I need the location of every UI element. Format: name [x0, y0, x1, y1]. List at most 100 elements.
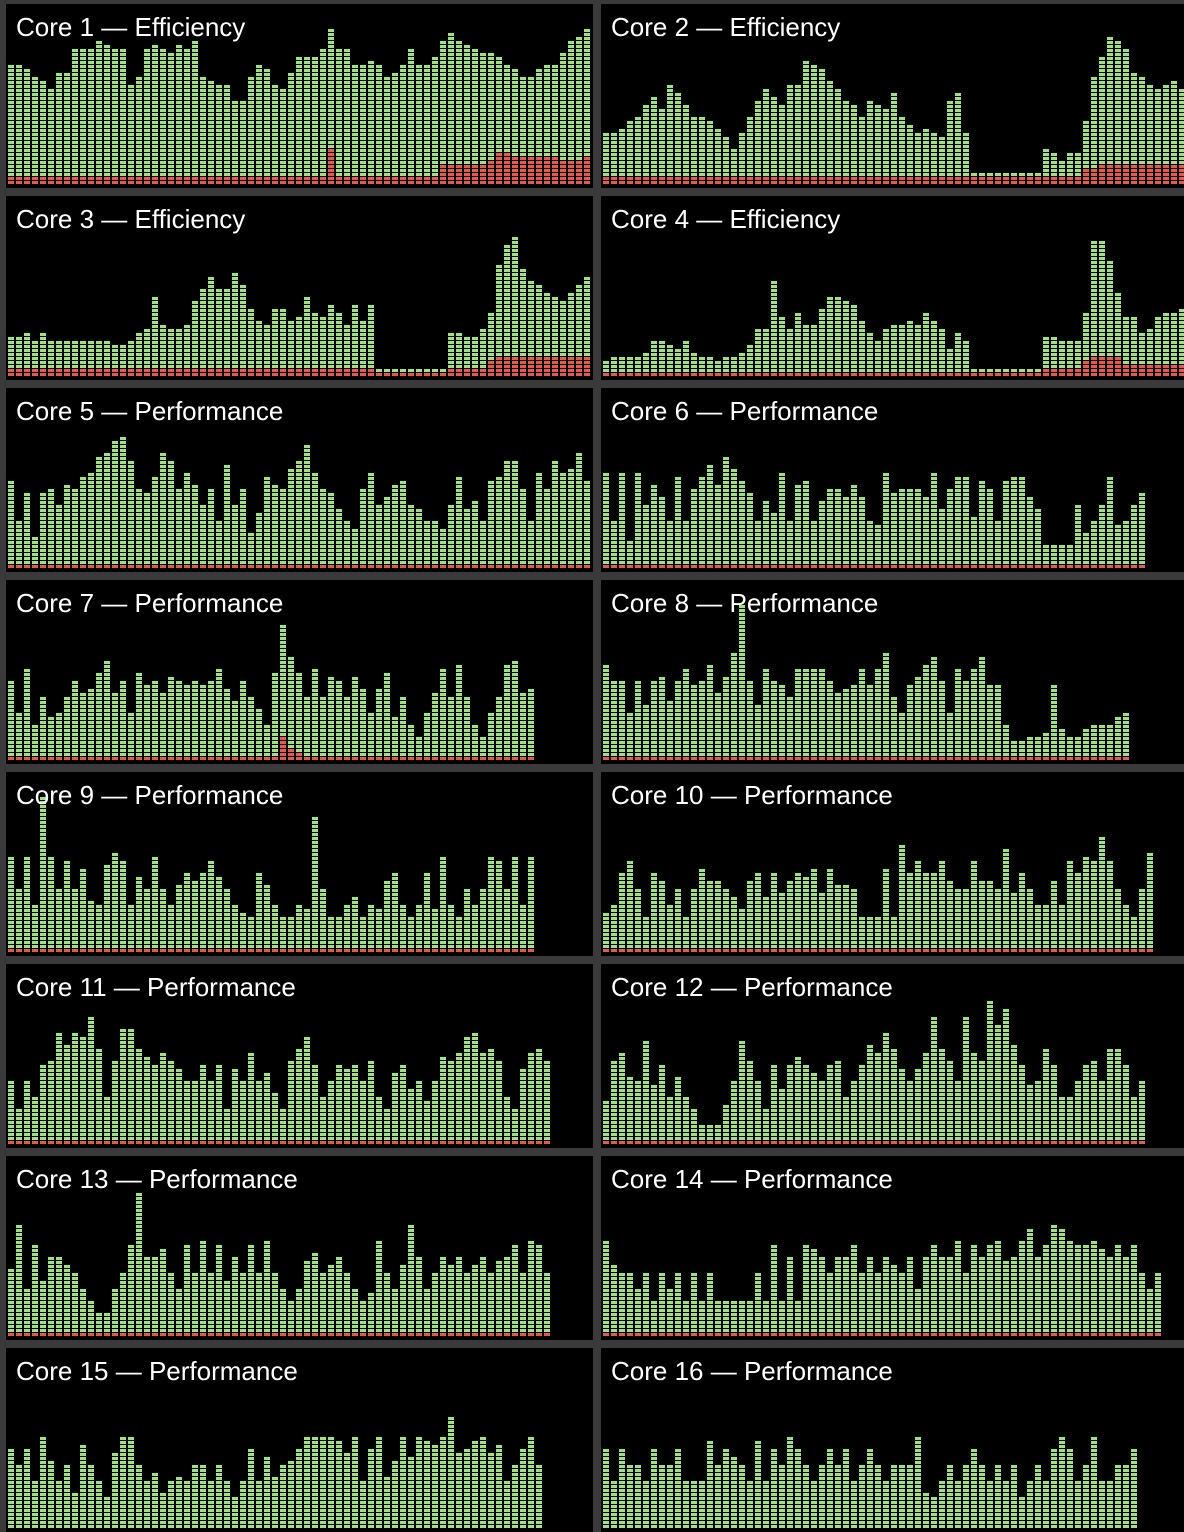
user-load-segment [136, 81, 142, 84]
user-load-segment [763, 173, 769, 176]
user-load-segment [747, 345, 753, 348]
user-load-segment [224, 93, 230, 96]
user-load-segment [448, 49, 454, 52]
user-load-segment [232, 133, 238, 136]
system-load-segment [504, 361, 510, 364]
user-load-segment [40, 97, 46, 100]
user-load-segment [1107, 77, 1113, 80]
core-usage-bar [723, 357, 729, 376]
user-load-segment [288, 153, 294, 156]
user-load-segment [64, 153, 70, 156]
user-load-segment [200, 317, 206, 320]
user-load-segment [568, 353, 574, 356]
user-load-segment [256, 105, 262, 108]
user-load-segment [472, 141, 478, 144]
user-load-segment [168, 73, 174, 76]
user-load-segment [512, 245, 518, 248]
user-load-segment [1115, 157, 1121, 160]
user-load-segment [176, 345, 182, 348]
user-load-segment [248, 173, 254, 176]
user-load-segment [947, 113, 953, 116]
user-load-segment [336, 133, 342, 136]
user-load-segment [360, 85, 366, 88]
user-load-segment [1107, 121, 1113, 124]
user-load-segment [883, 169, 889, 172]
user-load-segment [576, 49, 582, 52]
user-load-segment [611, 153, 617, 156]
user-load-segment [320, 97, 326, 100]
user-load-segment [360, 357, 366, 360]
system-load-segment [1179, 165, 1184, 168]
user-load-segment [184, 97, 190, 100]
core-usage-bar [1115, 41, 1121, 184]
user-load-segment [48, 349, 54, 352]
user-load-segment [40, 357, 46, 360]
system-load-segment [392, 373, 398, 376]
user-load-segment [1091, 85, 1097, 88]
user-load-segment [931, 153, 937, 156]
user-load-segment [1123, 117, 1129, 120]
system-load-segment [464, 165, 470, 168]
user-load-segment [747, 117, 753, 120]
user-load-segment [675, 97, 681, 100]
user-load-segment [827, 129, 833, 132]
core-usage-bar [827, 81, 833, 184]
user-load-segment [360, 173, 366, 176]
user-load-segment [24, 161, 30, 164]
core-usage-bar [184, 49, 190, 184]
user-load-segment [496, 117, 502, 120]
system-load-segment [168, 177, 174, 180]
user-load-segment [240, 309, 246, 312]
user-load-segment [699, 121, 705, 124]
user-load-segment [659, 341, 665, 344]
user-load-segment [576, 121, 582, 124]
user-load-segment [272, 309, 278, 312]
user-load-segment [40, 109, 46, 112]
user-load-segment [1147, 113, 1153, 116]
user-load-segment [1171, 125, 1177, 128]
system-load-segment [496, 357, 502, 360]
core-usage-bar [643, 105, 649, 184]
user-load-segment [368, 349, 374, 352]
user-load-segment [208, 173, 214, 176]
user-load-segment [192, 149, 198, 152]
user-load-segment [96, 137, 102, 140]
user-load-segment [568, 153, 574, 156]
user-load-segment [24, 153, 30, 156]
user-load-segment [328, 333, 334, 336]
user-load-segment [272, 153, 278, 156]
user-load-segment [344, 361, 350, 364]
user-load-segment [747, 133, 753, 136]
user-load-segment [651, 369, 657, 372]
user-load-segment [795, 157, 801, 160]
user-load-segment [504, 101, 510, 104]
user-load-segment [584, 97, 590, 100]
user-load-segment [504, 317, 510, 320]
user-load-segment [611, 169, 617, 172]
user-load-segment [1147, 125, 1153, 128]
user-load-segment [120, 101, 126, 104]
user-load-segment [683, 117, 689, 120]
user-load-segment [184, 337, 190, 340]
user-load-segment [560, 97, 566, 100]
user-load-segment [528, 305, 534, 308]
user-load-segment [576, 309, 582, 312]
user-load-segment [72, 145, 78, 148]
system-load-segment [8, 177, 14, 180]
user-load-segment [216, 141, 222, 144]
user-load-segment [216, 321, 222, 324]
system-load-segment [512, 365, 518, 368]
user-load-segment [400, 125, 406, 128]
user-load-segment [184, 145, 190, 148]
core-usage-bar [1107, 37, 1113, 184]
user-load-segment [819, 149, 825, 152]
user-load-segment [56, 93, 62, 96]
user-load-segment [200, 153, 206, 156]
user-load-segment [320, 337, 326, 340]
user-load-segment [915, 137, 921, 140]
user-load-segment [264, 365, 270, 368]
user-load-segment [184, 133, 190, 136]
core-usage-bar [1019, 173, 1025, 184]
user-load-segment [683, 125, 689, 128]
user-load-segment [1099, 133, 1105, 136]
